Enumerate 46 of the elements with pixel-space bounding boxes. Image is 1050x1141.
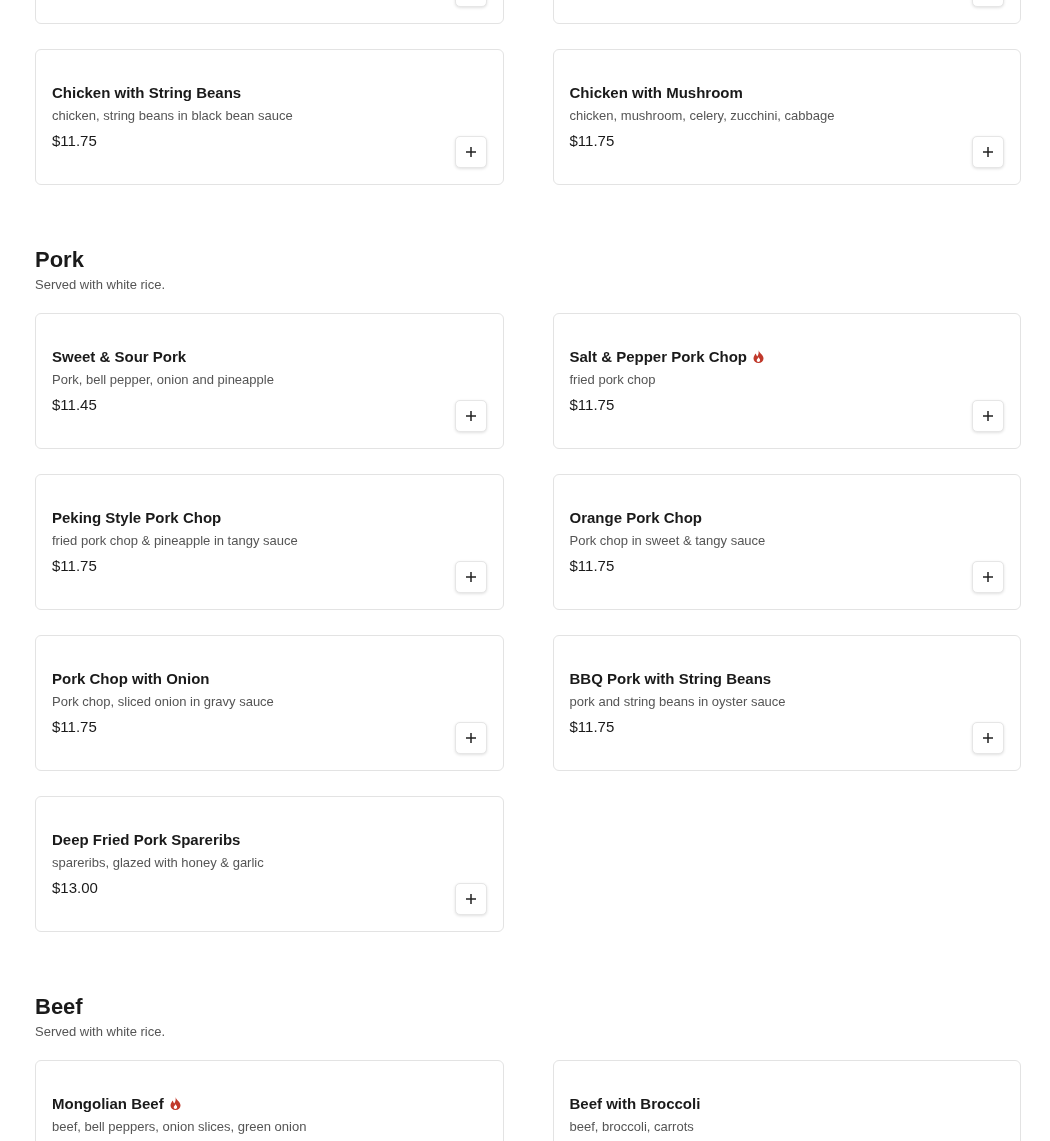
menu-item-card[interactable]: Deep Fried Pork Spareribs spareribs, glazed with honey & garlic $13.00 <box>35 796 504 932</box>
section-subtitle: Served with white rice. <box>35 1024 167 1040</box>
menu-item-card[interactable]: Beef with Broccoli beef, broccoli, carrots <box>552 1060 1021 1141</box>
item-description: Pork chop in sweet & tangy sauce <box>569 533 766 549</box>
section-subtitle: Served with white rice. <box>35 277 167 293</box>
menu-item-card[interactable]: Orange Pork Chop Pork chop in sweet & tangy sauce $11.75 <box>552 474 1021 610</box>
item-price: $11.75 <box>569 396 616 414</box>
menu-item-card[interactable]: Chicken with String Beans chicken, string beans in black bean sauce $11.75 <box>35 49 504 185</box>
item-price: $11.75 <box>52 718 98 736</box>
item-description: chicken, mushroom, celery, zucchini, cabbage <box>569 108 835 124</box>
item-description: fried pork chop <box>569 372 657 388</box>
item-description: beef, broccoli, carrots <box>569 1119 695 1135</box>
section-title: Pork <box>35 247 85 273</box>
menu-item-card[interactable]: Salt & Pepper Pork Chop fried pork chop $11.75 <box>552 313 1021 449</box>
item-description: chicken, string beans in black bean sauce <box>52 108 293 124</box>
item-description: pork and string beans in oyster sauce <box>569 694 786 710</box>
item-price: $11.45 <box>52 396 98 414</box>
item-name: Pork Chop with Onion <box>52 669 210 687</box>
menu-item-card[interactable]: Peking Style Pork Chop fried pork chop & pineapple in tangy sauce $11.75 <box>35 474 504 610</box>
item-description: beef, bell peppers, onion slices, green onion <box>52 1119 307 1135</box>
item-price: $11.75 <box>52 132 98 150</box>
menu-item-card[interactable]: Chicken with Mushroom chicken, mushroom, celery, zucchini, cabbage $11.75 <box>552 49 1021 185</box>
item-price: $11.75 <box>569 557 616 575</box>
item-name: Chicken with Mushroom <box>569 83 743 101</box>
item-name: Deep Fried Pork Spareribs <box>52 830 241 848</box>
item-name: Salt & Pepper Pork Chop <box>569 347 748 365</box>
menu-item-card[interactable]: BBQ Pork with String Beans pork and string beans in oyster sauce $11.75 <box>552 635 1021 771</box>
item-name: Orange Pork Chop <box>569 508 703 526</box>
item-name: Peking Style Pork Chop <box>52 508 222 526</box>
item-price: $13.00 <box>52 879 99 897</box>
menu-item-card[interactable]: Sweet & Sour Pork Pork, bell pepper, onion and pineapple $11.45 <box>35 313 504 449</box>
item-description: fried pork chop & pineapple in tangy sauce <box>52 533 298 549</box>
menu-item-card[interactable]: Mongolian Beef beef, bell peppers, onion slices, green onion <box>35 1060 504 1141</box>
item-description: Pork chop, sliced onion in gravy sauce <box>52 694 274 710</box>
section-title: Beef <box>35 994 84 1020</box>
item-description: Pork, bell pepper, onion and pineapple <box>52 372 274 388</box>
item-description: spareribs, glazed with honey & garlic <box>52 855 264 871</box>
item-price: $11.75 <box>569 132 616 150</box>
item-name: Mongolian Beef <box>52 1094 164 1112</box>
menu-item-card[interactable]: Pork Chop with Onion Pork chop, sliced onion in gravy sauce $11.75 <box>35 635 504 771</box>
item-name: BBQ Pork with String Beans <box>569 669 772 687</box>
item-name: Chicken with String Beans <box>52 83 242 101</box>
item-price: $11.75 <box>569 718 616 736</box>
item-price: $11.75 <box>52 557 98 575</box>
item-name: Sweet & Sour Pork <box>52 347 187 365</box>
item-name: Beef with Broccoli <box>569 1094 701 1112</box>
